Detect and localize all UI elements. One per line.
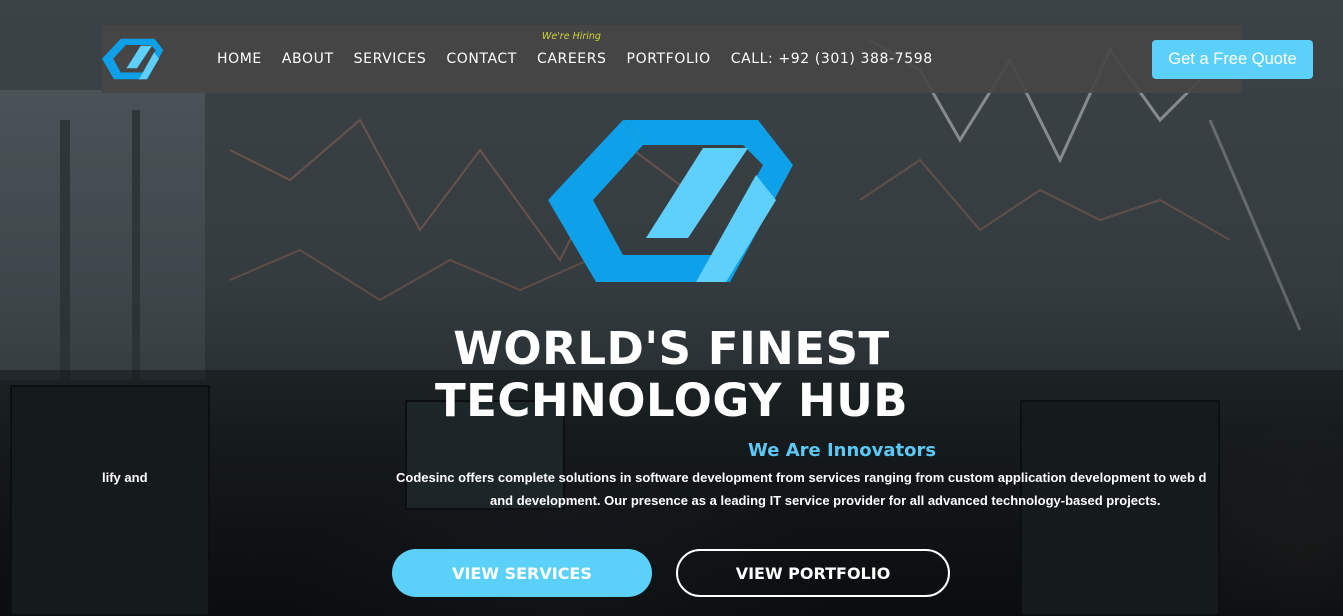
top-navbar: HOME ABOUT SERVICES CONTACT We're Hiring…	[102, 25, 1242, 93]
nav-menu: HOME ABOUT SERVICES CONTACT We're Hiring…	[217, 25, 953, 93]
codesinc-logo-icon	[548, 120, 793, 282]
hero-title-line2: TECHNOLOGY HUB	[434, 374, 909, 427]
background-monitor	[1020, 400, 1220, 616]
nav-about[interactable]: ABOUT	[282, 51, 334, 67]
view-portfolio-button[interactable]: VIEW PORTFOLIO	[676, 549, 950, 597]
nav-call-phone[interactable]: CALL: +92 (301) 388-7598	[731, 51, 933, 67]
hero-tagline: We Are Innovators	[748, 440, 937, 461]
hiring-badge: We're Hiring	[541, 31, 601, 42]
carousel-text-fragment: lify and	[102, 470, 148, 485]
nav-portfolio[interactable]: PORTFOLIO	[627, 51, 711, 67]
nav-services[interactable]: SERVICES	[354, 51, 427, 67]
hero-description-line2: and development. Our presence as a leadi…	[490, 493, 1161, 508]
nav-home[interactable]: HOME	[217, 51, 262, 67]
free-quote-button[interactable]: Get a Free Quote	[1152, 40, 1313, 79]
view-services-button[interactable]: VIEW SERVICES	[392, 549, 652, 597]
nav-careers-label: CAREERS	[536, 51, 607, 67]
hero-title-line1: WORLD'S FINEST	[453, 322, 890, 375]
hero-description-line1: Codesinc offers complete solutions in so…	[396, 470, 1207, 485]
nav-careers[interactable]: We're Hiring CAREERS	[536, 31, 607, 67]
nav-contact[interactable]: CONTACT	[446, 51, 517, 67]
codesinc-logo-icon[interactable]	[102, 38, 164, 80]
